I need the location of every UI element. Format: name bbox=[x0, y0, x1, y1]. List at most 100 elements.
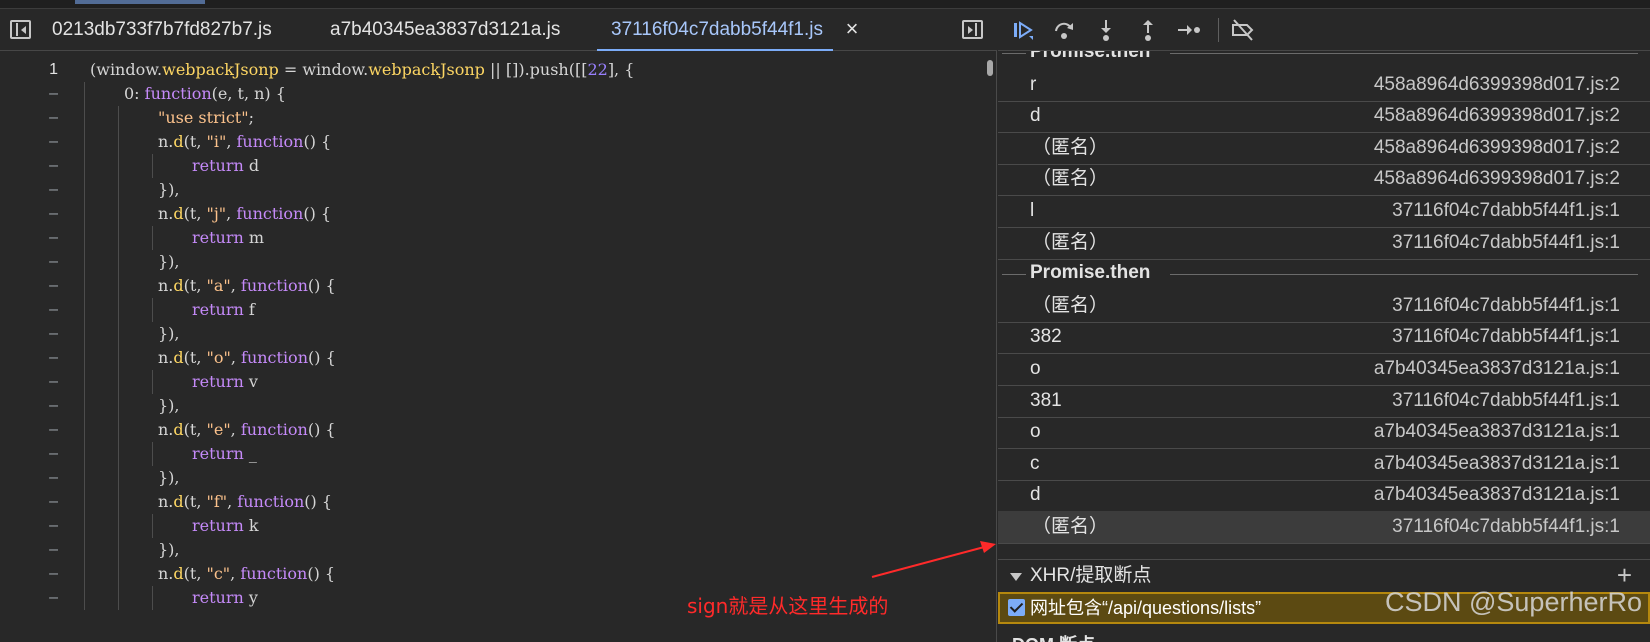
code-line[interactable]: –}), bbox=[0, 538, 985, 562]
code-token: (window. bbox=[90, 60, 163, 79]
code-line[interactable]: 1 (window.webpackJsonp = window.webpackJs… bbox=[0, 58, 985, 82]
indent-guide bbox=[84, 394, 85, 418]
tab-file-a7b403[interactable]: a7b40345ea3837d3121a.js bbox=[330, 9, 560, 51]
line-number[interactable]: – bbox=[0, 154, 58, 178]
add-xhr-breakpoint-button[interactable]: + bbox=[1617, 560, 1632, 590]
line-number[interactable]: – bbox=[0, 226, 58, 250]
line-number[interactable]: – bbox=[0, 106, 58, 130]
call-frame-location[interactable]: 37116f04c7dabb5f44f1.js:1 bbox=[1392, 511, 1620, 543]
code-line[interactable]: –}), bbox=[0, 394, 985, 418]
line-number[interactable]: – bbox=[0, 394, 58, 418]
code-line[interactable]: –}), bbox=[0, 466, 985, 490]
code-view[interactable]: 1 (window.webpackJsonp = window.webpackJs… bbox=[0, 58, 985, 642]
call-frame[interactable]: l 37116f04c7dabb5f44f1.js:1 bbox=[998, 195, 1650, 228]
call-frame[interactable]: c a7b40345ea3837d3121a.js:1 bbox=[998, 448, 1650, 481]
line-number[interactable]: – bbox=[0, 274, 58, 298]
call-frame-location[interactable]: a7b40345ea3837d3121a.js:1 bbox=[1374, 416, 1620, 448]
call-frame-location[interactable]: 458a8964d6399398d017.js:2 bbox=[1374, 132, 1620, 164]
code-line[interactable]: – return d bbox=[0, 154, 985, 178]
call-frame[interactable]: d 458a8964d6399398d017.js:2 bbox=[998, 100, 1650, 134]
code-line[interactable]: – n.d(t, "o", function() { bbox=[0, 346, 985, 370]
code-line[interactable]: – n.d(t, "i", function() { bbox=[0, 130, 985, 154]
line-number[interactable]: – bbox=[0, 178, 58, 202]
editor-scrollbar-thumb[interactable] bbox=[987, 60, 993, 76]
code-token: 0: bbox=[124, 84, 145, 103]
code-line[interactable]: – return m bbox=[0, 226, 985, 250]
call-frame[interactable]: o a7b40345ea3837d3121a.js:1 bbox=[998, 353, 1650, 386]
line-number[interactable]: – bbox=[0, 346, 58, 370]
navigator-toggle-icon[interactable] bbox=[10, 20, 31, 39]
code-line[interactable]: –}), bbox=[0, 322, 985, 346]
code-line[interactable]: – return v bbox=[0, 370, 985, 394]
call-frame[interactable]: 381 37116f04c7dabb5f44f1.js:1 bbox=[998, 385, 1650, 418]
resume-icon[interactable] bbox=[1010, 18, 1036, 42]
line-number[interactable]: – bbox=[0, 586, 58, 610]
call-frame[interactable]: （匿名） 458a8964d6399398d017.js:2 bbox=[998, 132, 1650, 165]
code-line[interactable]: –}), bbox=[0, 250, 985, 274]
call-frame[interactable]: （匿名） 37116f04c7dabb5f44f1.js:1 bbox=[998, 511, 1650, 544]
line-number[interactable]: – bbox=[0, 490, 58, 514]
indent-guide bbox=[152, 154, 153, 178]
code-line[interactable]: – return _ bbox=[0, 442, 985, 466]
close-tab-icon[interactable]: × bbox=[841, 18, 863, 40]
line-number[interactable]: – bbox=[0, 322, 58, 346]
line-number[interactable]: – bbox=[0, 442, 58, 466]
line-number[interactable]: – bbox=[0, 514, 58, 538]
call-frame-location[interactable]: 37116f04c7dabb5f44f1.js:1 bbox=[1392, 385, 1620, 417]
call-frame-location[interactable]: 37116f04c7dabb5f44f1.js:1 bbox=[1392, 321, 1620, 353]
line-number[interactable]: – bbox=[0, 538, 58, 562]
code-line[interactable]: – return k bbox=[0, 514, 985, 538]
code-line[interactable]: – n.d(t, "e", function() { bbox=[0, 418, 985, 442]
indent-guide bbox=[152, 226, 153, 250]
line-number[interactable]: – bbox=[0, 466, 58, 490]
dom-breakpoints-header[interactable]: DOM 断点 bbox=[1012, 631, 1095, 642]
call-frame-location[interactable]: 458a8964d6399398d017.js:2 bbox=[1374, 100, 1620, 132]
call-frame-location[interactable]: 37116f04c7dabb5f44f1.js:1 bbox=[1392, 290, 1620, 322]
step-over-icon[interactable] bbox=[1051, 18, 1077, 42]
tab-file-0213db[interactable]: 0213db733f7b7fd827b7.js bbox=[52, 9, 272, 51]
line-number[interactable]: – bbox=[0, 418, 58, 442]
call-frame-location[interactable]: a7b40345ea3837d3121a.js:1 bbox=[1374, 448, 1620, 480]
call-frame[interactable]: （匿名） 37116f04c7dabb5f44f1.js:1 bbox=[998, 227, 1650, 260]
deactivate-breakpoints-icon[interactable] bbox=[1230, 18, 1256, 42]
tab-file-37116f[interactable]: 37116f04c7dabb5f44f1.js bbox=[597, 9, 833, 51]
call-frame[interactable]: r 458a8964d6399398d017.js:2 bbox=[998, 69, 1650, 102]
code-line[interactable]: –}), bbox=[0, 178, 985, 202]
call-frame-location[interactable]: 458a8964d6399398d017.js:2 bbox=[1374, 69, 1620, 101]
xhr-breakpoint-checkbox[interactable] bbox=[1008, 599, 1025, 616]
call-frame-location[interactable]: 37116f04c7dabb5f44f1.js:1 bbox=[1392, 227, 1620, 259]
call-frame[interactable]: （匿名） 37116f04c7dabb5f44f1.js:1 bbox=[998, 290, 1650, 323]
call-frame-location[interactable]: a7b40345ea3837d3121a.js:1 bbox=[1374, 353, 1620, 385]
call-frame[interactable]: 382 37116f04c7dabb5f44f1.js:1 bbox=[998, 321, 1650, 355]
code-line[interactable]: – n.d(t, "j", function() { bbox=[0, 202, 985, 226]
debugger-sidebar-toggle-icon[interactable] bbox=[962, 20, 983, 39]
call-frame-location[interactable]: 458a8964d6399398d017.js:2 bbox=[1374, 163, 1620, 195]
call-frame[interactable]: （匿名） 458a8964d6399398d017.js:2 bbox=[998, 163, 1650, 197]
line-number[interactable]: – bbox=[0, 298, 58, 322]
call-frame[interactable]: o a7b40345ea3837d3121a.js:1 bbox=[998, 416, 1650, 450]
line-number[interactable]: – bbox=[0, 370, 58, 394]
code-line[interactable]: – "use strict"; bbox=[0, 106, 985, 130]
code-line[interactable]: – 0: function(e, t, n) { bbox=[0, 82, 985, 106]
line-number[interactable]: – bbox=[0, 82, 58, 106]
red-annotation-text: sign就是从这里生成的 bbox=[687, 594, 889, 618]
call-frame-location[interactable]: a7b40345ea3837d3121a.js:1 bbox=[1374, 479, 1620, 511]
line-number[interactable]: – bbox=[0, 250, 58, 274]
code-token: d bbox=[173, 132, 184, 151]
line-number[interactable]: 1 bbox=[0, 58, 58, 82]
code-line[interactable]: – return f bbox=[0, 298, 985, 322]
line-number[interactable]: – bbox=[0, 130, 58, 154]
line-number[interactable]: – bbox=[0, 202, 58, 226]
code-token: function bbox=[240, 276, 308, 295]
step-out-icon[interactable] bbox=[1135, 18, 1161, 42]
code-line[interactable]: – n.d(t, "c", function() { bbox=[0, 562, 985, 586]
call-frame[interactable]: d a7b40345ea3837d3121a.js:1 bbox=[998, 479, 1650, 513]
code-token: (t, bbox=[183, 564, 207, 583]
code-line[interactable]: – n.d(t, "a", function() { bbox=[0, 274, 985, 298]
step-into-icon[interactable] bbox=[1093, 18, 1119, 42]
step-icon[interactable] bbox=[1176, 18, 1202, 42]
line-number[interactable]: – bbox=[0, 562, 58, 586]
indent-guide bbox=[118, 466, 119, 490]
call-frame-location[interactable]: 37116f04c7dabb5f44f1.js:1 bbox=[1392, 195, 1620, 227]
code-line[interactable]: – n.d(t, "f", function() { bbox=[0, 490, 985, 514]
